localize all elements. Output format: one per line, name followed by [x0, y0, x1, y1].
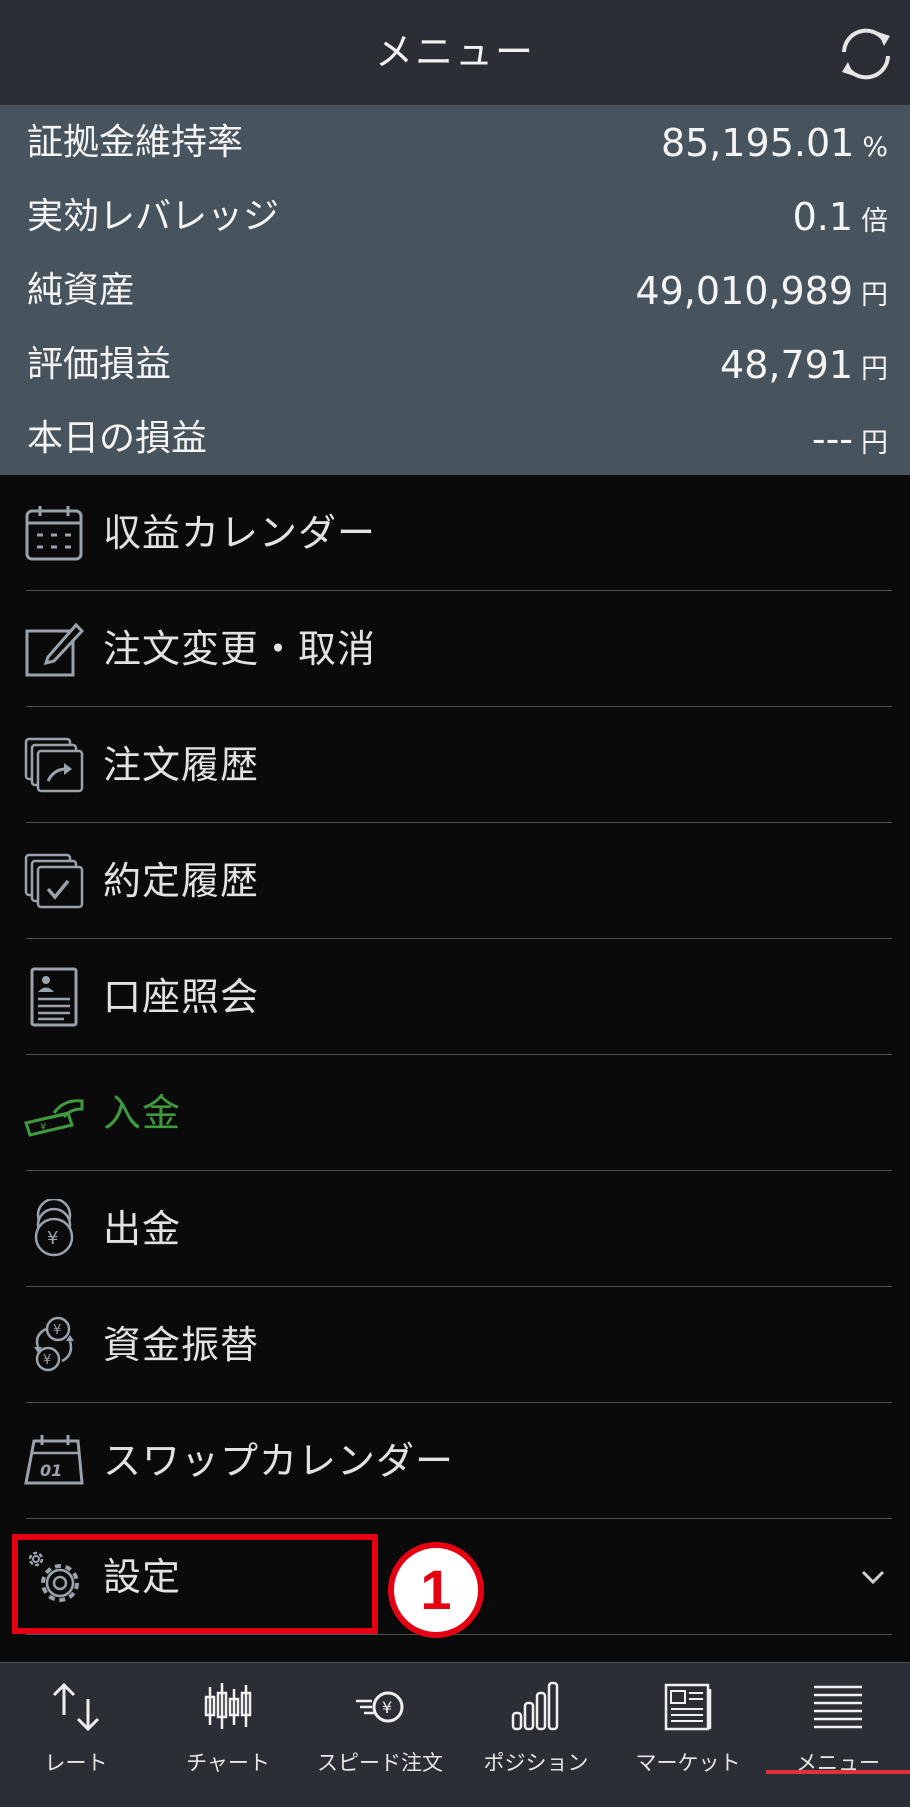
summary-value: 49,010,989 円 [635, 254, 888, 328]
summary-number: 0.1 [792, 195, 853, 239]
summary-unit: 円 [861, 354, 888, 385]
tab-label: スピード注文 [317, 1751, 443, 1775]
execution-history-icon [24, 853, 84, 909]
refresh-icon[interactable] [834, 22, 898, 86]
calendar-icon [25, 506, 83, 561]
svg-text:¥: ¥ [43, 1353, 51, 1368]
menu-item-fund-transfer[interactable]: ¥ ¥ 資金振替 [0, 1287, 910, 1403]
summary-row-net-assets: 純資産 49,010,989 円 [0, 254, 910, 328]
menu-item-label: 口座照会 [103, 975, 260, 1019]
market-news-icon [664, 1683, 712, 1731]
menu-item-order-history[interactable]: 注文履歴 [0, 707, 910, 823]
menu-item-label: 入金 [103, 1091, 182, 1135]
summary-number: 49,010,989 [635, 269, 853, 313]
menu-item-swap-calendar[interactable]: 01 スワップカレンダー [0, 1403, 910, 1519]
summary-unit: % [862, 132, 888, 163]
active-tab-indicator [766, 1770, 910, 1774]
edit-order-icon [25, 622, 84, 677]
menu-item-execution-history[interactable]: 約定履歴 [0, 823, 910, 939]
menu-item-label: 出金 [103, 1207, 182, 1251]
order-history-icon [24, 737, 84, 793]
step-number-badge: 1 [388, 1542, 484, 1638]
menu-item-label: 注文履歴 [103, 743, 260, 787]
menu-list-icon [814, 1685, 862, 1729]
summary-value: 48,791 円 [720, 328, 888, 402]
tab-label: チャート [186, 1751, 270, 1775]
tab-rate[interactable]: レート [0, 1663, 152, 1807]
rate-arrows-icon [52, 1682, 100, 1732]
menu-item-deposit[interactable]: ¥ 入金 [0, 1055, 910, 1171]
summary-label: 評価損益 [27, 344, 172, 385]
menu-item-label: 注文変更・取消 [103, 627, 377, 671]
menu-item-profit-calendar[interactable]: 収益カレンダー [0, 475, 910, 591]
menu-item-label: 資金振替 [103, 1323, 260, 1367]
swap-calendar-icon: 01 [24, 1435, 84, 1485]
svg-text:¥: ¥ [40, 1122, 46, 1133]
summary-number: --- [811, 417, 853, 461]
speed-order-icon: ¥ [356, 1691, 404, 1723]
summary-row-leverage: 実効レバレッジ 0.1 倍 [0, 180, 910, 254]
account-summary: 証拠金維持率 85,195.01% 実効レバレッジ 0.1 倍 純資産 49,01… [0, 106, 910, 475]
summary-label: 本日の損益 [27, 418, 208, 459]
summary-value: 85,195.01% [661, 106, 888, 180]
summary-value: --- 円 [812, 402, 888, 476]
tab-position[interactable]: ポジション [460, 1663, 612, 1807]
page-title: メニュー [374, 30, 535, 74]
tab-market[interactable]: マーケット [612, 1663, 764, 1807]
menu-item-label: 約定履歴 [103, 859, 260, 903]
divider [26, 1634, 892, 1635]
tab-label: ポジション [483, 1751, 589, 1775]
app-header: メニュー [0, 0, 910, 106]
summary-number: 85,195.01 [660, 121, 855, 165]
summary-row-margin-ratio: 証拠金維持率 85,195.01% [0, 106, 910, 180]
summary-label: 純資産 [27, 270, 136, 311]
menu-item-label: スワップカレンダー [103, 1439, 455, 1483]
summary-label: 実効レバレッジ [27, 196, 280, 237]
fund-transfer-icon: ¥ ¥ [34, 1316, 74, 1372]
tab-menu[interactable]: メニュー [766, 1663, 910, 1807]
summary-unit: 倍 [861, 206, 888, 237]
tab-label: マーケット [635, 1751, 741, 1775]
account-inquiry-icon [30, 967, 78, 1027]
svg-text:¥: ¥ [53, 1323, 61, 1338]
summary-row-today-pl: 本日の損益 --- 円 [0, 402, 910, 476]
tab-speed-order[interactable]: ¥ スピード注文 [304, 1663, 456, 1807]
bottom-tab-bar: レート チャート ¥ スピード注文 ポジション マーケット メニュー [0, 1662, 910, 1807]
menu-item-account-inquiry[interactable]: 口座照会 [0, 939, 910, 1055]
withdraw-coins-icon: ¥ [34, 1199, 74, 1257]
menu-item-order-modify[interactable]: 注文変更・取消 [0, 591, 910, 707]
summary-number: 48,791 [720, 343, 853, 387]
summary-unit: 円 [861, 280, 888, 311]
candlestick-chart-icon [204, 1683, 252, 1729]
position-bars-icon [511, 1681, 559, 1731]
summary-value: 0.1 倍 [793, 180, 888, 254]
summary-unit: 円 [861, 428, 888, 459]
summary-row-unrealized-pl: 評価損益 48,791 円 [0, 328, 910, 402]
deposit-icon: ¥ [24, 1099, 84, 1137]
svg-text:01: 01 [40, 1461, 62, 1480]
chevron-down-icon[interactable] [860, 1565, 886, 1589]
menu-item-withdraw[interactable]: ¥ 出金 [0, 1171, 910, 1287]
tab-chart[interactable]: チャート [152, 1663, 304, 1807]
tab-label: レート [44, 1751, 108, 1775]
menu-item-label: 収益カレンダー [103, 511, 377, 555]
svg-text:¥: ¥ [47, 1228, 58, 1249]
highlight-box [12, 1534, 378, 1634]
summary-label: 証拠金維持率 [27, 122, 244, 163]
svg-text:¥: ¥ [382, 1698, 392, 1717]
